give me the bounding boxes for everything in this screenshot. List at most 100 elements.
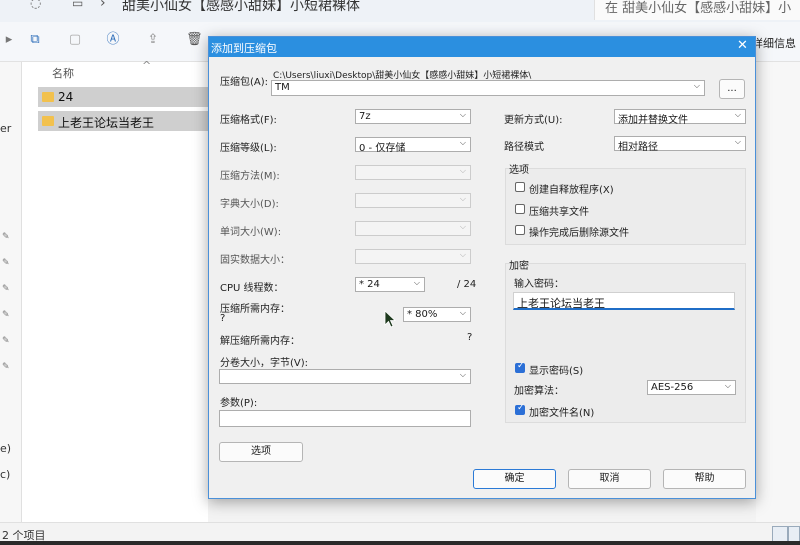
paste-icon[interactable]: ▢ xyxy=(68,33,82,47)
browse-button[interactable]: ... xyxy=(719,79,745,99)
add-to-archive-dialog: 添加到压缩包 ✕ 压缩包(A): C:\Users\liuxi\Desktop\… xyxy=(208,36,756,499)
chevron-right-icon: › xyxy=(100,0,106,11)
chevron-down-icon: ⌵ xyxy=(459,250,466,259)
mem-decomp-label: 解压缩所需内存： xyxy=(220,336,300,347)
path-mode-value: 相对路径 xyxy=(618,142,658,153)
search-input[interactable]: 在 甜美小仙女【感感小甜妹】小 xyxy=(594,0,800,20)
explorer-titlebar: ◌ ▭ › 甜美小仙女【感感小甜妹】小短裙裸体 › 在 甜美小仙女【感感小甜妹】… xyxy=(0,0,800,22)
search-placeholder: 在 甜美小仙女【感感小甜妹】小 xyxy=(605,1,792,16)
navigation-pane: er ✎ ✎ ✎ ✎ ✎ ✎ e) c) xyxy=(0,62,22,522)
pin-icon: ✎ xyxy=(2,336,10,346)
method-select[interactable]: ⌵ xyxy=(355,165,471,180)
chevron-right-icon[interactable]: › xyxy=(332,0,338,11)
chevron-down-icon: ⌵ xyxy=(459,370,466,379)
delete-icon[interactable]: 🗑 xyxy=(186,33,203,47)
enc-method-label: 加密算法： xyxy=(514,386,564,397)
chevron-down-icon: ⌵ xyxy=(693,81,700,90)
mem-comp-label: 压缩所需内存： xyxy=(220,304,290,315)
chevron-down-icon: ⌵ xyxy=(459,308,466,317)
cpu-label: CPU 线程数： xyxy=(220,283,284,294)
cancel-button[interactable]: 取消 xyxy=(568,469,651,489)
chevron-down-icon: ⌵ xyxy=(459,110,466,119)
file-name: 24 xyxy=(58,90,74,104)
taskbar-edge xyxy=(0,541,800,545)
nav-item-cut[interactable]: c) xyxy=(0,468,10,481)
word-label: 单词大小(W): xyxy=(220,227,282,238)
password-value: 上老王论坛当老王 xyxy=(517,297,605,310)
update-mode-select[interactable]: 添加并替换文件 ⌵ xyxy=(614,109,746,126)
show-password-label[interactable]: 显示密码(S) xyxy=(529,362,583,377)
mem-decomp-question: ? xyxy=(467,332,473,343)
dict-label: 字典大小(D): xyxy=(220,199,279,210)
sfx-checkbox[interactable] xyxy=(515,182,525,192)
params-label: 参数(P): xyxy=(220,398,258,409)
help-button[interactable]: 帮助 xyxy=(663,469,746,489)
dict-select[interactable]: ⌵ xyxy=(355,193,471,208)
shared-label[interactable]: 压缩共享文件 xyxy=(529,203,589,218)
password-label: 输入密码： xyxy=(514,279,564,290)
dialog-titlebar: 添加到压缩包 ✕ xyxy=(209,37,755,57)
update-label: 更新方式(U): xyxy=(504,115,563,126)
list-item[interactable]: 上老王论坛当老王 xyxy=(38,111,208,131)
file-list: ^ 名称 24 上老王论坛当老王 xyxy=(22,59,208,522)
word-select[interactable]: ⌵ xyxy=(355,221,471,236)
path-mode-select[interactable]: 相对路径 ⌵ xyxy=(614,136,746,153)
rename-icon[interactable]: Ⓐ xyxy=(106,33,120,47)
format-select[interactable]: 7z ⌵ xyxy=(355,109,471,124)
details-label[interactable]: 详细信息 xyxy=(752,35,796,51)
cpu-threads-select[interactable]: * 24 ⌵ xyxy=(355,277,425,292)
archive-label: 压缩包(A): xyxy=(220,77,269,88)
shared-checkbox[interactable] xyxy=(515,204,525,214)
enc-method-select[interactable]: AES-256 ⌵ xyxy=(647,380,736,395)
nav-item-cut[interactable]: e) xyxy=(0,442,11,455)
column-header-name[interactable]: 名称 xyxy=(52,65,74,81)
split-label: 分卷大小，字节(V): xyxy=(220,358,309,369)
cut-icon[interactable]: ▸ xyxy=(2,33,16,47)
delete-after-checkbox[interactable] xyxy=(515,225,525,235)
encrypt-names-label[interactable]: 加密文件名(N) xyxy=(529,404,594,419)
this-pc-icon[interactable]: ▭ xyxy=(72,0,83,10)
solid-select[interactable]: ⌵ xyxy=(355,249,471,264)
level-select[interactable]: 0 - 仅存储 ⌵ xyxy=(355,137,471,154)
format-label: 压缩格式(F): xyxy=(220,115,277,126)
chevron-down-icon: ⌵ xyxy=(734,110,741,119)
enc-method-value: AES-256 xyxy=(651,382,694,393)
archive-name-value: TM xyxy=(275,82,290,93)
level-label: 压缩等级(L): xyxy=(220,143,277,154)
nav-item-cut[interactable]: er xyxy=(0,122,11,135)
copy-icon[interactable]: ⧉ xyxy=(28,33,42,47)
breadcrumb[interactable]: 甜美小仙女【感感小甜妹】小短裙裸体 xyxy=(122,0,360,15)
show-password-checkbox[interactable] xyxy=(515,361,525,373)
chevron-down-icon: ⌵ xyxy=(734,137,741,146)
chevron-down-icon: ⌵ xyxy=(459,138,466,147)
ok-button[interactable]: 确定 xyxy=(473,469,556,489)
delete-after-label[interactable]: 操作完成后删除源文件 xyxy=(529,224,629,239)
encrypt-names-checkbox[interactable] xyxy=(515,403,525,415)
refresh-icon[interactable]: ◌ xyxy=(30,0,41,11)
mem-usage-value: * 80% xyxy=(407,309,438,320)
details-view-icon[interactable] xyxy=(772,526,788,542)
close-icon[interactable]: ✕ xyxy=(737,38,748,53)
list-item[interactable]: 24 xyxy=(38,87,208,107)
chevron-down-icon: ⌵ xyxy=(413,278,420,287)
params-input[interactable] xyxy=(219,410,471,427)
sort-caret-icon: ^ xyxy=(142,59,152,72)
mem-usage-select[interactable]: * 80% ⌵ xyxy=(403,307,471,322)
file-name: 上老王论坛当老王 xyxy=(58,116,155,130)
chevron-down-icon: ⌵ xyxy=(459,166,466,175)
split-size-combo[interactable]: ⌵ xyxy=(219,369,471,384)
share-icon[interactable]: ⇪ xyxy=(146,33,160,47)
cpu-value: * 24 xyxy=(359,279,380,290)
explorer-right-area xyxy=(756,62,800,522)
archive-name-combo[interactable]: TM ⌵ xyxy=(271,80,705,96)
folder-icon xyxy=(42,92,54,102)
format-value: 7z xyxy=(359,111,371,122)
options-button[interactable]: 选项 xyxy=(219,442,303,462)
options-group-label: 选项 xyxy=(509,165,529,176)
sfx-label[interactable]: 创建自释放程序(X) xyxy=(529,181,614,196)
tiles-view-icon[interactable] xyxy=(788,526,800,542)
password-input[interactable]: 上老王论坛当老王 xyxy=(513,292,735,310)
method-label: 压缩方法(M): xyxy=(220,171,280,182)
dialog-title: 添加到压缩包 xyxy=(211,42,277,55)
pin-icon: ✎ xyxy=(2,284,10,294)
